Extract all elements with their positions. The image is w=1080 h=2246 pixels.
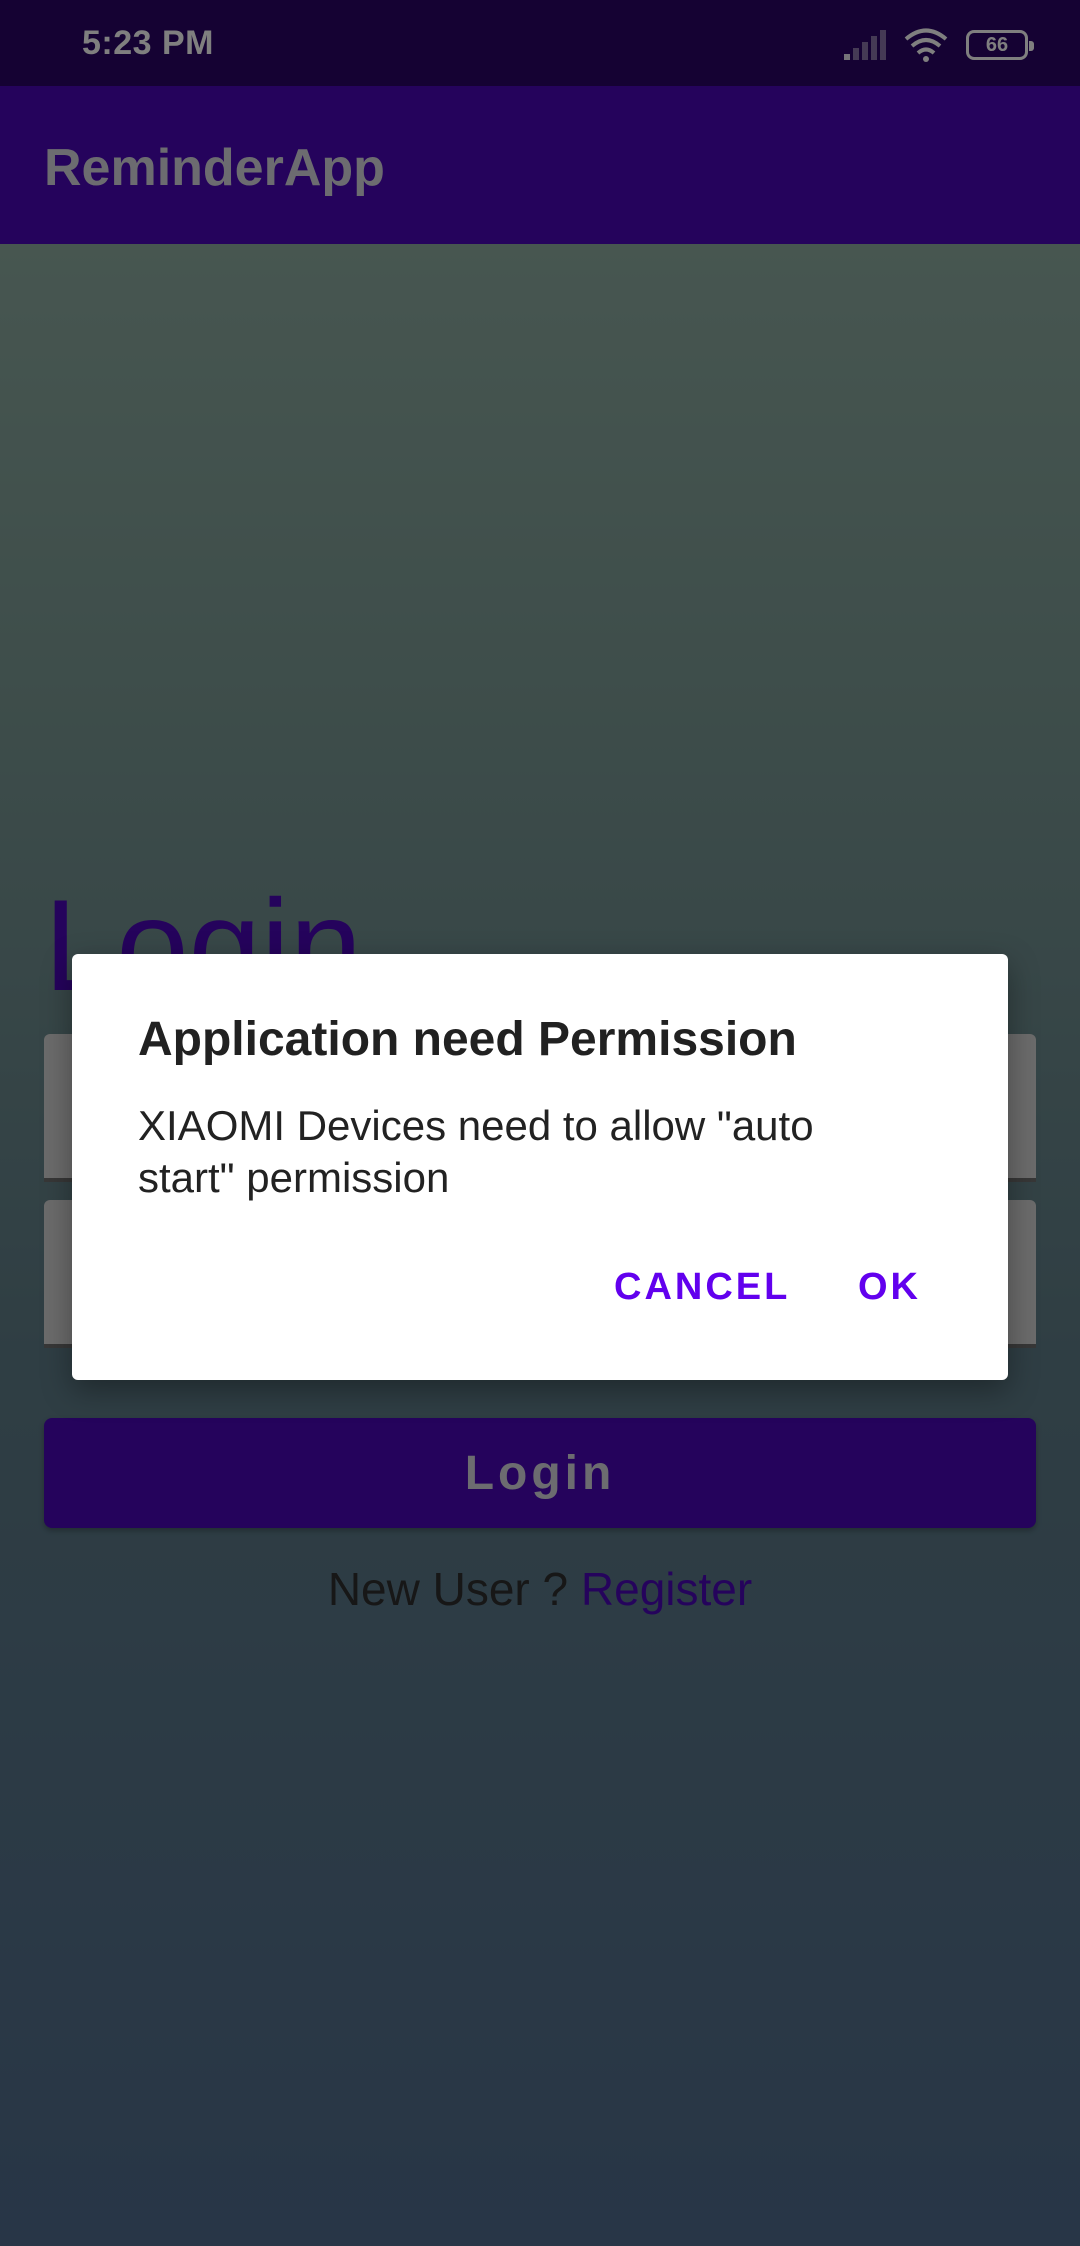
cancel-button[interactable]: CANCEL <box>614 1266 790 1309</box>
ok-button[interactable]: OK <box>858 1266 921 1309</box>
dialog-title: Application need Permission <box>138 1013 797 1066</box>
permission-dialog: Application need Permission XIAOMI Devic… <box>72 954 1008 1380</box>
dialog-message: XIAOMI Devices need to allow "auto start… <box>138 1102 814 1201</box>
